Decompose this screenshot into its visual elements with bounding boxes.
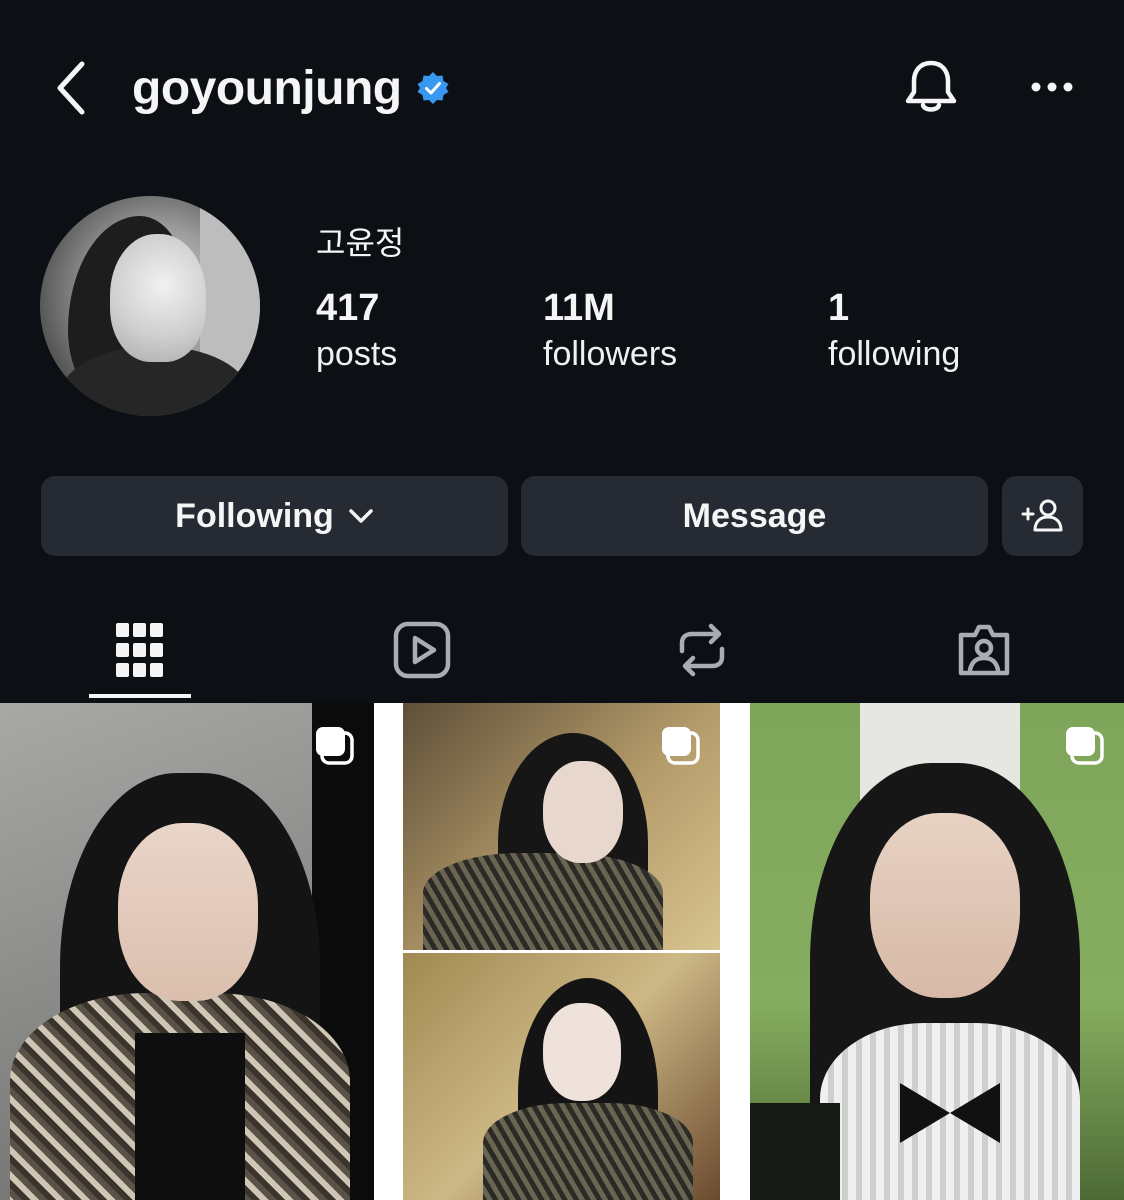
posts-count: 417 xyxy=(316,287,380,329)
add-user-icon xyxy=(1021,499,1062,532)
verified-badge-icon xyxy=(417,72,449,104)
followers-label: followers xyxy=(543,335,678,373)
profile-tabs xyxy=(0,600,1124,700)
profile-header: goyounjung xyxy=(0,0,1124,180)
chevron-left-icon xyxy=(57,61,85,115)
profile-avatar[interactable] xyxy=(40,196,260,416)
reposts-icon xyxy=(679,623,725,677)
more-horizontal-icon xyxy=(1031,82,1073,92)
followers-stat[interactable]: 11M followers xyxy=(543,286,677,378)
tab-posts-grid[interactable] xyxy=(50,600,230,700)
notifications-button[interactable] xyxy=(900,56,962,118)
suggested-users-button[interactable] xyxy=(1002,476,1083,556)
posts-stat[interactable]: 417 posts xyxy=(316,286,397,378)
back-button[interactable] xyxy=(50,58,90,118)
following-button-label: Following xyxy=(175,496,334,535)
username: goyounjung xyxy=(132,61,402,115)
message-button-label: Message xyxy=(682,496,827,535)
reels-icon xyxy=(393,621,451,679)
post-thumbnail[interactable] xyxy=(0,703,374,1200)
tab-reels[interactable] xyxy=(332,600,512,700)
tab-tagged[interactable] xyxy=(894,600,1074,700)
following-label: following xyxy=(828,335,961,373)
post-thumbnail[interactable] xyxy=(750,703,1124,1200)
more-options-button[interactable] xyxy=(1026,66,1078,108)
following-button[interactable]: Following xyxy=(41,476,508,556)
chevron-down-icon xyxy=(349,509,373,523)
active-tab-indicator xyxy=(89,694,191,698)
posts-label: posts xyxy=(316,335,398,373)
username-row: goyounjung xyxy=(132,58,450,118)
multiple-posts-icon xyxy=(1066,727,1104,765)
message-button[interactable]: Message xyxy=(521,476,988,556)
tab-reposts[interactable] xyxy=(612,600,792,700)
multiple-posts-icon xyxy=(316,727,354,765)
display-name: 고윤정 xyxy=(316,225,405,261)
tagged-icon xyxy=(958,624,1010,676)
followers-count: 11M xyxy=(543,287,615,329)
following-stat[interactable]: 1 following xyxy=(828,286,960,378)
posts-grid xyxy=(0,703,1124,1200)
multiple-posts-icon xyxy=(662,727,700,765)
bell-icon xyxy=(905,60,957,112)
grid-icon xyxy=(116,623,163,677)
post-thumbnail[interactable] xyxy=(403,703,720,1200)
following-count: 1 xyxy=(828,287,850,329)
